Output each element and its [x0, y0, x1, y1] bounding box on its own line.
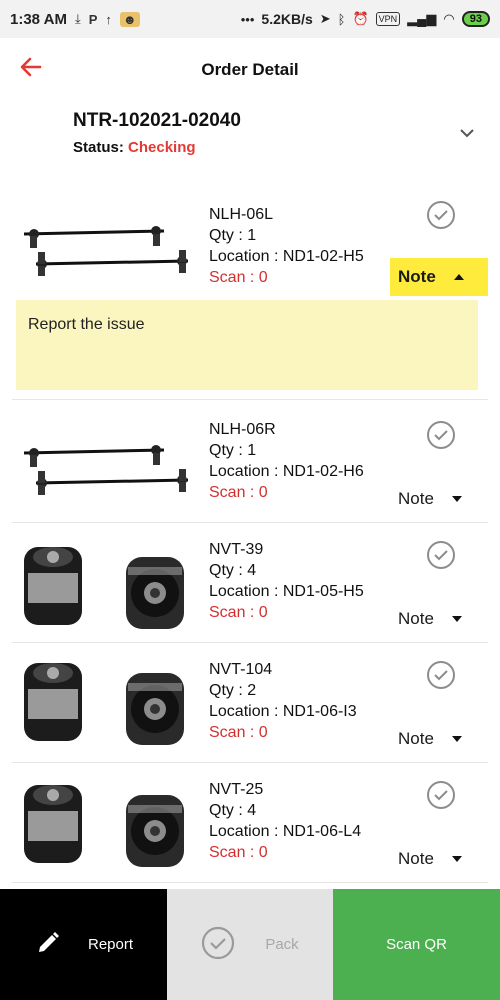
- item-location: Location : ND1-06-I3: [209, 703, 357, 720]
- note-toggle-button[interactable]: Note: [390, 840, 488, 878]
- bluetooth-icon: ᛒ: [337, 11, 346, 27]
- item-qty: Qty : 4: [209, 802, 257, 819]
- item-info: NVT-39 Qty : 4 Location : ND1-05-H5 Scan…: [209, 539, 364, 623]
- product-image: [16, 769, 196, 879]
- item-scan-count: Scan : 0: [209, 844, 268, 861]
- order-item: NVT-104 Qty : 2 Location : ND1-06-I3 Sca…: [12, 643, 488, 763]
- item-info: NVT-104 Qty : 2 Location : ND1-06-I3 Sca…: [209, 659, 357, 743]
- item-code: NLH-06L: [209, 206, 274, 223]
- product-image: [16, 194, 196, 304]
- scan-qr-label: Scan QR: [386, 936, 447, 953]
- signal-arrow-icon: ↑: [105, 11, 112, 27]
- caret-down-icon: [451, 496, 462, 502]
- issue-note-input[interactable]: Report the issue: [16, 300, 478, 390]
- vpn-badge: VPN: [375, 12, 401, 26]
- check-circle-icon[interactable]: [426, 540, 456, 570]
- network-speed: 5.2KB/s: [261, 11, 313, 27]
- item-info: NVT-25 Qty : 4 Location : ND1-06-L4 Scan…: [209, 779, 361, 863]
- check-circle-icon[interactable]: [426, 660, 456, 690]
- order-item: NLH-06R Qty : 1 Location : ND1-02-H6 Sca…: [12, 403, 488, 523]
- item-code: NVT-104: [209, 661, 273, 678]
- caret-down-icon: [451, 856, 462, 862]
- battery-indicator: 93: [461, 11, 490, 27]
- item-qty: Qty : 1: [209, 227, 257, 244]
- note-label: Note: [398, 489, 434, 508]
- check-circle-icon[interactable]: [426, 420, 456, 450]
- product-image: [16, 409, 196, 519]
- caret-down-icon: [451, 736, 462, 742]
- parking-icon: P: [88, 11, 98, 27]
- order-status: Status: Checking: [73, 139, 196, 156]
- status-label: Status:: [73, 139, 124, 156]
- order-header[interactable]: NTR-102021-02040 Status: Checking: [0, 102, 500, 180]
- note-label: Note: [398, 729, 434, 748]
- report-button[interactable]: Report: [0, 889, 167, 1000]
- order-item: NVT-39 Qty : 4 Location : ND1-05-H5 Scan…: [12, 523, 488, 643]
- item-scan-count: Scan : 0: [209, 269, 268, 286]
- caret-up-icon: [453, 274, 464, 280]
- product-image: [16, 649, 196, 759]
- note-toggle-button[interactable]: Note: [390, 600, 488, 638]
- status-bar: 1:38 AM ⤓ P ↑ ☻ ••• 5.2KB/s ➤ ᛒ ⏰ VPN ▂▄…: [0, 0, 500, 38]
- item-code: NVT-25: [209, 781, 264, 798]
- item-scan-count: Scan : 0: [209, 484, 268, 501]
- item-info: NLH-06L Qty : 1 Location : ND1-02-H5 Sca…: [209, 204, 364, 288]
- clock: 1:38 AM: [10, 10, 67, 28]
- note-toggle-button[interactable]: Note: [390, 258, 488, 296]
- item-scan-count: Scan : 0: [209, 724, 268, 741]
- status-value: Checking: [128, 139, 196, 156]
- note-toggle-button[interactable]: Note: [390, 480, 488, 518]
- note-label: Note: [398, 609, 434, 628]
- item-qty: Qty : 1: [209, 442, 257, 459]
- bottom-action-bar: Report Pack Scan QR: [0, 889, 500, 1000]
- item-location: Location : ND1-02-H5: [209, 248, 364, 265]
- item-qty: Qty : 2: [209, 682, 257, 699]
- order-item: NVT-25 Qty : 4 Location : ND1-06-L4 Scan…: [12, 763, 488, 883]
- report-label: Report: [87, 936, 134, 953]
- item-scan-count: Scan : 0: [209, 604, 268, 621]
- order-number: NTR-102021-02040: [73, 110, 241, 131]
- wifi-icon: ◠: [443, 11, 455, 26]
- download-icon: ⤓: [74, 11, 81, 26]
- note-label: Note: [398, 849, 434, 868]
- app-bar: Order Detail: [0, 38, 500, 102]
- pencil-icon: [34, 929, 62, 961]
- chevron-down-icon[interactable]: [456, 124, 478, 142]
- check-circle-icon[interactable]: [426, 200, 456, 230]
- product-image: [16, 529, 196, 639]
- caret-down-icon: [451, 616, 462, 622]
- note-label: Note: [398, 267, 436, 286]
- location-icon: ➤: [319, 11, 331, 26]
- app-notification-icon: ☻: [119, 11, 140, 27]
- cell-signal-icon: ▂▄▆: [407, 11, 437, 26]
- item-info: NLH-06R Qty : 1 Location : ND1-02-H6 Sca…: [209, 419, 364, 503]
- check-circle-icon: [201, 926, 235, 964]
- pack-label: Pack: [265, 936, 299, 953]
- check-circle-icon[interactable]: [426, 780, 456, 810]
- item-qty: Qty : 4: [209, 562, 257, 579]
- more-dots: •••: [240, 11, 255, 27]
- page-title: Order Detail: [201, 60, 299, 79]
- item-location: Location : ND1-05-H5: [209, 583, 364, 600]
- item-location: Location : ND1-06-L4: [209, 823, 362, 840]
- alarm-off-icon: ⏰: [352, 11, 369, 26]
- pack-button[interactable]: Pack: [167, 889, 333, 1000]
- scan-qr-button[interactable]: Scan QR: [333, 889, 500, 1000]
- item-code: NVT-39: [209, 541, 264, 558]
- note-toggle-button[interactable]: Note: [390, 720, 488, 758]
- item-location: Location : ND1-02-H6: [209, 463, 364, 480]
- item-code: NLH-06R: [209, 421, 276, 438]
